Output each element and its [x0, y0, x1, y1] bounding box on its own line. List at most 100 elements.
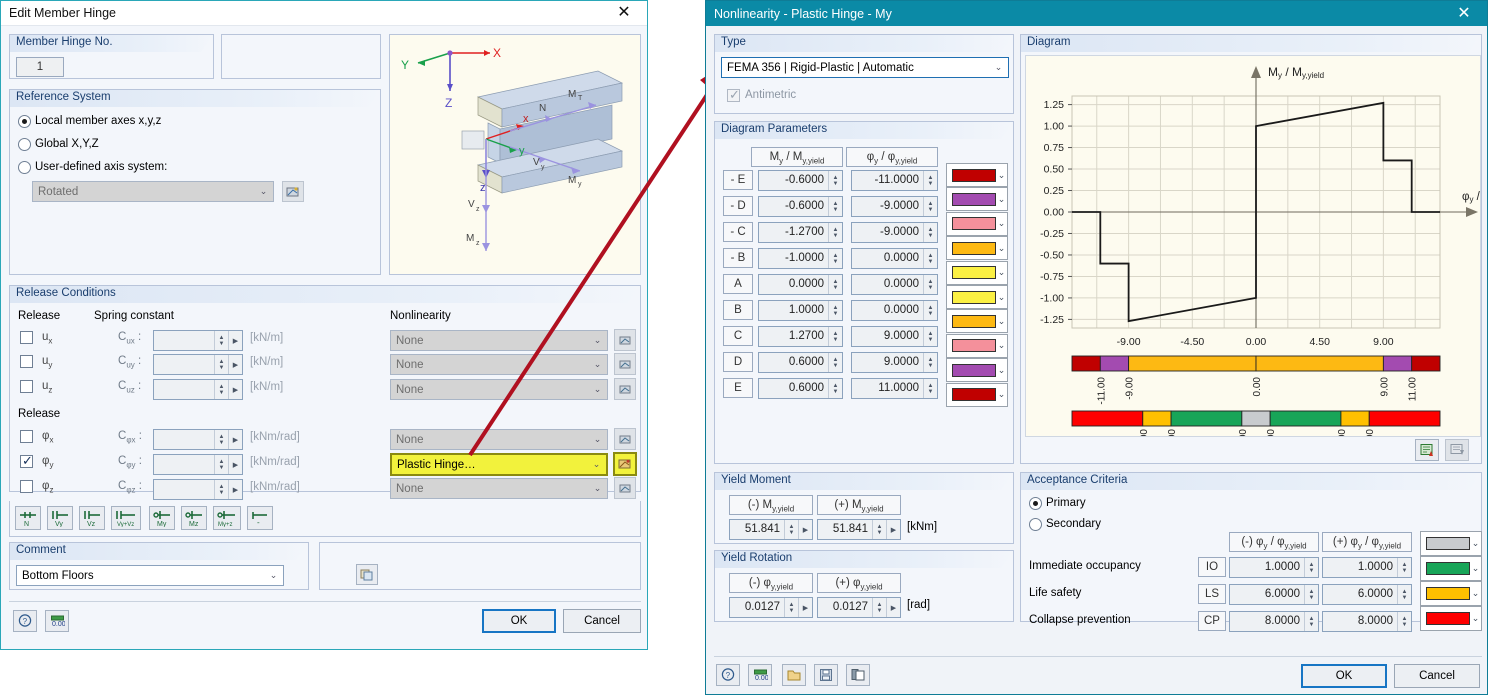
radio-secondary[interactable] — [1029, 518, 1042, 531]
checkbox-ux[interactable] — [20, 331, 33, 344]
dp-rotation-input-7[interactable]: 9.0000 ▲ ▼ — [851, 352, 938, 373]
yield-rotation-pos-input[interactable]: 0.0127 ▲ ▼ ▶ — [817, 597, 901, 618]
dp-moment-input-5[interactable]: 1.0000 ▲ ▼ — [758, 300, 843, 321]
units-icon[interactable]: 0.00 — [748, 664, 772, 686]
dp-color-swatch-2[interactable]: ⌄ — [946, 211, 1008, 236]
spring-input-phiy[interactable]: ▲ ▼ ▶ — [153, 454, 243, 475]
dp-moment-input-3[interactable]: -1.0000 ▲ ▼ — [758, 248, 843, 269]
dp-moment-input-7[interactable]: 0.6000 ▲ ▼ — [758, 352, 843, 373]
right-ok-button[interactable]: OK — [1301, 664, 1387, 688]
ac-color-swatch-1[interactable]: ⌄ — [1420, 556, 1482, 581]
preset-button-n[interactable]: N — [15, 506, 41, 530]
yield-moment-pos-input[interactable]: 51.841 ▲ ▼ ▶ — [817, 519, 901, 540]
nonlinearity-edit-uy[interactable] — [614, 353, 636, 375]
ac-neg-input-2[interactable]: 8.0000 ▲ ▼ — [1229, 611, 1319, 632]
member-hinge-no-value[interactable]: 1 — [16, 57, 64, 77]
preset-button-vy[interactable]: Vy — [47, 506, 73, 530]
close-icon[interactable]: ✕ — [609, 5, 639, 21]
dp-color-swatch-3[interactable]: ⌄ — [946, 236, 1008, 261]
comment-library-button[interactable] — [356, 564, 378, 585]
nonlinearity-combo-ux[interactable]: None ⌄ — [390, 330, 608, 351]
antimetric-checkbox[interactable]: ✓ — [727, 87, 740, 102]
dp-color-swatch-9[interactable]: ⌄ — [946, 382, 1008, 407]
dp-color-swatch-4[interactable]: ⌄ — [946, 260, 1008, 285]
save-icon[interactable] — [814, 664, 838, 686]
spring-input-phix[interactable]: ▲ ▼ ▶ — [153, 429, 243, 450]
ac-color-swatch-0[interactable]: ⌄ — [1420, 531, 1482, 556]
dp-moment-input-2[interactable]: -1.2700 ▲ ▼ — [758, 222, 843, 243]
dp-color-swatch-8[interactable]: ⌄ — [946, 358, 1008, 383]
axis-system-combo[interactable]: Rotated ⌄ — [32, 181, 274, 202]
dp-rotation-input-0[interactable]: -11.0000 ▲ ▼ — [851, 170, 938, 191]
dp-rotation-input-2[interactable]: -9.0000 ▲ ▼ — [851, 222, 938, 243]
ac-color-swatch-3[interactable]: ⌄ — [1420, 606, 1482, 631]
preset-button-none[interactable]: - — [247, 506, 273, 530]
spring-input-uy[interactable]: ▲ ▼ ▶ — [153, 354, 243, 375]
comment-combo[interactable]: Bottom Floors ⌄ — [16, 565, 284, 586]
nonlinearity-combo-uy[interactable]: None ⌄ — [390, 354, 608, 375]
dp-moment-input-1[interactable]: -0.6000 ▲ ▼ — [758, 196, 843, 217]
open-icon[interactable] — [782, 664, 806, 686]
ac-neg-input-0[interactable]: 1.0000 ▲ ▼ — [1229, 557, 1319, 578]
help-icon[interactable]: ? — [13, 610, 37, 632]
preset-button-myz[interactable]: My+z — [213, 506, 241, 530]
ac-pos-input-2[interactable]: 8.0000 ▲ ▼ — [1322, 611, 1412, 632]
dp-moment-input-6[interactable]: 1.2700 ▲ ▼ — [758, 326, 843, 347]
dp-moment-input-4[interactable]: 0.0000 ▲ ▼ — [758, 274, 843, 295]
radio-user-defined-axes[interactable] — [18, 161, 31, 174]
nonlinearity-combo-phiy[interactable]: Plastic Hinge… ⌄ — [390, 453, 608, 476]
spring-input-phiz[interactable]: ▲ ▼ ▶ — [153, 479, 243, 500]
dp-color-swatch-7[interactable]: ⌄ — [946, 333, 1008, 358]
preset-button-mz[interactable]: Mz — [181, 506, 207, 530]
right-cancel-button[interactable]: Cancel — [1394, 664, 1480, 688]
spring-input-uz[interactable]: ▲ ▼ ▶ — [153, 379, 243, 400]
preset-button-vyvz[interactable]: Vy+Vz — [111, 506, 141, 530]
checkbox-uz[interactable] — [20, 380, 33, 393]
copy-icon[interactable] — [846, 664, 870, 686]
preset-button-my[interactable]: My — [149, 506, 175, 530]
checkbox-phiy[interactable]: ✓ — [20, 453, 33, 468]
import-icon[interactable] — [1445, 439, 1469, 461]
dp-rotation-input-5[interactable]: 0.0000 ▲ ▼ — [851, 300, 938, 321]
dp-rotation-input-4[interactable]: 0.0000 ▲ ▼ — [851, 274, 938, 295]
checkbox-phiz[interactable] — [20, 480, 33, 493]
nonlinearity-edit-uz[interactable] — [614, 378, 636, 400]
radio-local-axes[interactable] — [18, 115, 31, 128]
spring-input-ux[interactable]: ▲ ▼ ▶ — [153, 330, 243, 351]
nonlinearity-edit-phiy[interactable] — [613, 452, 637, 476]
radio-primary[interactable] — [1029, 497, 1042, 510]
ac-color-swatch-2[interactable]: ⌄ — [1420, 581, 1482, 606]
nonlinearity-edit-ux[interactable] — [614, 329, 636, 351]
left-cancel-button[interactable]: Cancel — [563, 609, 641, 633]
type-combo[interactable]: FEMA 356 | Rigid-Plastic | Automatic ⌄ — [721, 57, 1009, 78]
dp-color-swatch-0[interactable]: ⌄ — [946, 163, 1008, 187]
nonlinearity-edit-phix[interactable] — [614, 428, 636, 450]
close-icon[interactable]: ✕ — [1449, 5, 1479, 22]
units-icon[interactable]: 0.00 — [45, 610, 69, 632]
ac-neg-input-1[interactable]: 6.0000 ▲ ▼ — [1229, 584, 1319, 605]
dp-moment-input-0[interactable]: -0.6000 ▲ ▼ — [758, 170, 843, 191]
checkbox-phix[interactable] — [20, 430, 33, 443]
dp-moment-input-8[interactable]: 0.6000 ▲ ▼ — [758, 378, 843, 399]
ac-pos-input-0[interactable]: 1.0000 ▲ ▼ — [1322, 557, 1412, 578]
axis-system-edit-button[interactable] — [282, 181, 304, 202]
dp-rotation-input-8[interactable]: 11.0000 ▲ ▼ — [851, 378, 938, 399]
nonlinearity-edit-phiz[interactable] — [614, 477, 636, 499]
export-excel-icon[interactable] — [1415, 439, 1439, 461]
dp-color-swatch-5[interactable]: ⌄ — [946, 285, 1008, 309]
nonlinearity-combo-phix[interactable]: None ⌄ — [390, 429, 608, 450]
dp-rotation-input-6[interactable]: 9.0000 ▲ ▼ — [851, 326, 938, 347]
dp-rotation-input-1[interactable]: -9.0000 ▲ ▼ — [851, 196, 938, 217]
nonlinearity-combo-uz[interactable]: None ⌄ — [390, 379, 608, 400]
checkbox-uy[interactable] — [20, 355, 33, 368]
dp-color-swatch-6[interactable]: ⌄ — [946, 309, 1008, 334]
nonlinearity-combo-phiz[interactable]: None ⌄ — [390, 478, 608, 499]
yield-moment-neg-input[interactable]: 51.841 ▲ ▼ ▶ — [729, 519, 813, 540]
left-ok-button[interactable]: OK — [482, 609, 556, 633]
dp-color-swatch-1[interactable]: ⌄ — [946, 187, 1008, 212]
dp-rotation-input-3[interactable]: 0.0000 ▲ ▼ — [851, 248, 938, 269]
yield-rotation-neg-input[interactable]: 0.0127 ▲ ▼ ▶ — [729, 597, 813, 618]
preset-button-vz[interactable]: Vz — [79, 506, 105, 530]
ac-pos-input-1[interactable]: 6.0000 ▲ ▼ — [1322, 584, 1412, 605]
radio-global-axes[interactable] — [18, 138, 31, 151]
